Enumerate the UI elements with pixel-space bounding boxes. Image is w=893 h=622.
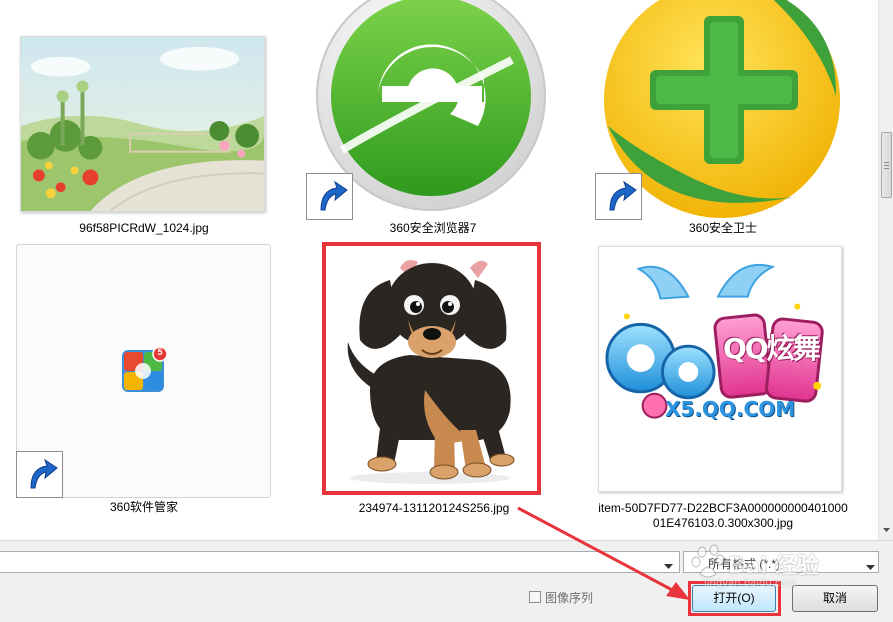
file-tile-360-guard[interactable]: 360安全卫士 <box>588 0 858 240</box>
qq-dance-site-text: X5.QQ.COM <box>665 397 796 421</box>
vertical-scrollbar[interactable] <box>878 0 893 540</box>
file-name-label: 360安全卫士 <box>688 221 758 235</box>
update-count-badge: 5 <box>157 347 163 357</box>
scroll-down-arrow-icon[interactable] <box>881 524 892 536</box>
file-name-label: 360安全浏览器7 <box>389 221 477 235</box>
image-sequence-checkbox[interactable] <box>529 591 541 603</box>
file-tile-360-browser[interactable]: 360安全浏览器7 <box>298 0 568 240</box>
filetype-value: 所有格式 (*.*) <box>708 557 781 571</box>
shortcut-overlay-icon <box>306 173 353 220</box>
chevron-down-icon <box>866 560 875 574</box>
file-name-label: 96f58PICRdW_1024.jpg <box>79 221 209 235</box>
file-name-label: item-50D7FD77-D22BCF3A000000000401000 01… <box>598 501 848 530</box>
dog-thumbnail <box>330 250 533 487</box>
image-sequence-label: 图像序列 <box>545 590 594 605</box>
file-name-label: 360软件管家 <box>109 500 179 514</box>
open-button[interactable]: 打开(O) <box>692 585 776 612</box>
shortcut-overlay-icon <box>595 173 642 220</box>
filename-dropdown-arrow-icon[interactable] <box>664 559 673 573</box>
file-tile-360-software-manager[interactable]: 5 360软件管家 <box>10 242 278 522</box>
filetype-select[interactable]: 所有格式 (*.*) <box>683 551 879 573</box>
image-sequence-option[interactable]: 图像序列 <box>529 589 593 605</box>
file-name-label: 234974-131120124S256.jpg <box>358 501 510 515</box>
file-tile-landscape[interactable]: 96f58PICRdW_1024.jpg <box>10 30 278 240</box>
file-tile-qq-dance-image[interactable]: QQ炫舞 X5.QQ.COM item-50D7FD77-D22BCF3A000… <box>588 242 858 538</box>
landscape-thumbnail <box>20 36 265 212</box>
software-manager-icon: 5 <box>120 346 168 394</box>
cancel-button[interactable]: 取消 <box>792 585 878 612</box>
qq-dance-logo-text: QQ炫舞 <box>723 332 821 365</box>
filename-input[interactable] <box>0 551 680 573</box>
qq-dance-thumbnail: QQ炫舞 X5.QQ.COM <box>598 246 842 492</box>
shortcut-overlay-icon <box>16 451 63 498</box>
file-list-view[interactable]: 96f58PICRdW_1024.jpg 360安全浏览器7 360安全卫士 5… <box>0 0 878 540</box>
dialog-bottom-bar: 所有格式 (*.*) 图像序列 打开(O) 取消 <box>0 540 893 622</box>
scrollbar-thumb[interactable] <box>881 132 892 198</box>
file-tile-dog-image[interactable]: 234974-131120124S256.jpg <box>300 242 568 522</box>
